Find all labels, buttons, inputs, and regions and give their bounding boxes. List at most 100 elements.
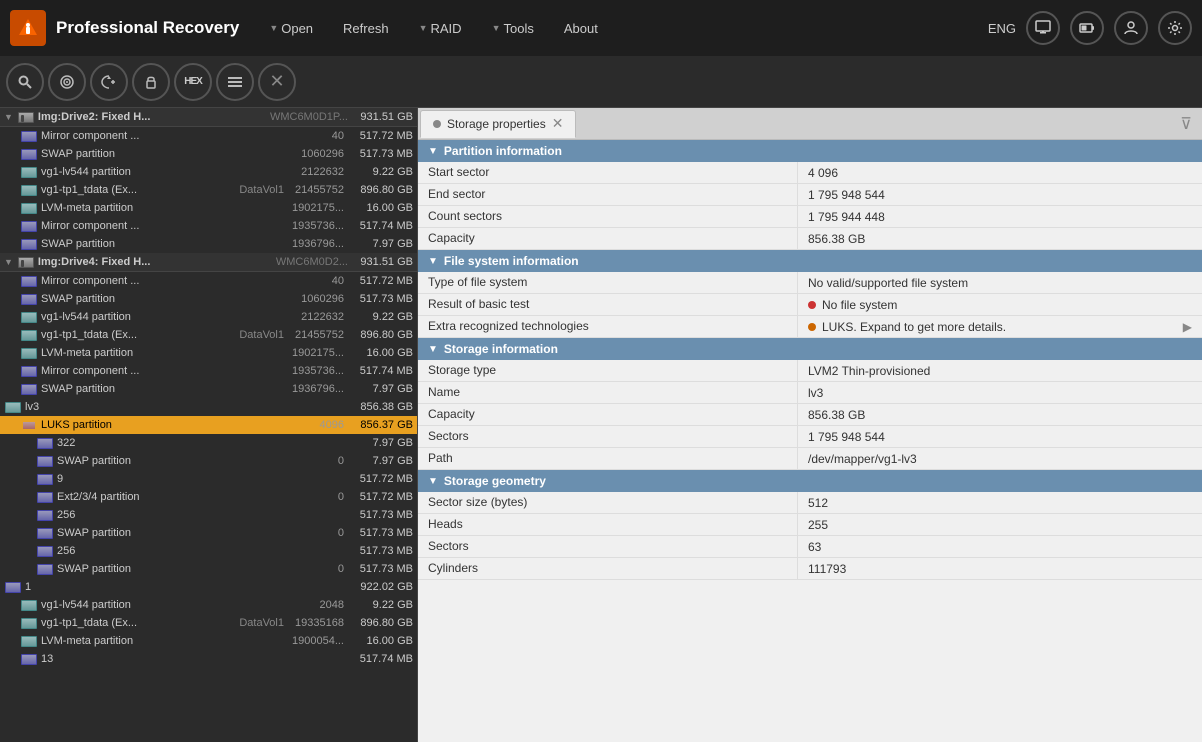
list-item[interactable]: vg1-tp1_tdata (Ex... DataVol1 19335168 8…	[0, 614, 417, 632]
prop-value: LUKS. Expand to get more details. ▶	[798, 316, 1202, 337]
prop-row-cylinders: Cylinders 111793	[418, 558, 1202, 580]
collapse-arrow-icon: ▼	[428, 256, 438, 267]
prop-label: Path	[418, 448, 798, 469]
list-item[interactable]: vg1-lv544 partition 2122632 9.22 GB	[0, 163, 417, 181]
status-dot-orange	[808, 323, 816, 331]
prop-label: Start sector	[418, 162, 798, 183]
list-item[interactable]: SWAP partition 0 517.73 MB	[0, 560, 417, 578]
list-item[interactable]: 9 517.72 MB	[0, 470, 417, 488]
list-item[interactable]: Ext2/3/4 partition 0 517.72 MB	[0, 488, 417, 506]
partition-info-header[interactable]: ▼ Partition information	[418, 140, 1202, 162]
prop-row-end-sector: End sector 1 795 948 544	[418, 184, 1202, 206]
toolbar: HEX ✕	[0, 56, 1202, 108]
prop-value: No file system	[798, 294, 1202, 315]
list-button[interactable]	[216, 63, 254, 101]
search-button[interactable]	[6, 63, 44, 101]
list-item[interactable]: Mirror component ... 1935736... 517.74 M…	[0, 217, 417, 235]
status-dot-red	[808, 301, 816, 309]
list-item[interactable]: vg1-tp1_tdata (Ex... DataVol1 21455752 8…	[0, 326, 417, 344]
raid-menu-arrow: ▼	[419, 23, 428, 33]
menu-tools[interactable]: ▼ Tools	[482, 15, 544, 42]
prop-row-count-sectors: Count sectors 1 795 944 448	[418, 206, 1202, 228]
prop-label: Capacity	[418, 228, 798, 249]
prop-row-capacity-1: Capacity 856.38 GB	[418, 228, 1202, 250]
list-item[interactable]: lv3 856.38 GB	[0, 398, 417, 416]
prop-row-name: Name lv3	[418, 382, 1202, 404]
menu-refresh[interactable]: Refresh	[333, 15, 399, 42]
list-item[interactable]: 256 517.73 MB	[0, 506, 417, 524]
list-item[interactable]: Mirror component ... 40 517.72 MB	[0, 272, 417, 290]
collapse-arrow-icon: ▼	[428, 146, 438, 157]
list-item[interactable]: SWAP partition 1060296 517.73 MB	[0, 145, 417, 163]
list-item[interactable]: Mirror component ... 1935736... 517.74 M…	[0, 362, 417, 380]
storage-properties-tab[interactable]: Storage properties ✕	[420, 110, 576, 138]
list-item[interactable]: vg1-tp1_tdata (Ex... DataVol1 21455752 8…	[0, 181, 417, 199]
list-item[interactable]: Mirror component ... 40 517.72 MB	[0, 127, 417, 145]
app-logo	[10, 10, 46, 46]
monitor-icon-btn[interactable]	[1026, 11, 1060, 45]
filesystem-info-header[interactable]: ▼ File system information	[418, 250, 1202, 272]
list-item[interactable]: SWAP partition 1936796... 7.97 GB	[0, 380, 417, 398]
battery-icon-btn[interactable]	[1070, 11, 1104, 45]
language-selector[interactable]: ENG	[988, 21, 1016, 36]
prop-label: Type of file system	[418, 272, 798, 293]
list-item[interactable]: SWAP partition 1936796... 7.97 GB	[0, 235, 417, 253]
list-item[interactable]: LVM-meta partition 1900054... 16.00 GB	[0, 632, 417, 650]
list-item[interactable]: 322 7.97 GB	[0, 434, 417, 452]
filter-icon[interactable]: ⊽	[1180, 114, 1200, 134]
lock-button[interactable]	[132, 63, 170, 101]
prop-row-heads: Heads 255	[418, 514, 1202, 536]
list-item[interactable]: 1 922.02 GB	[0, 578, 417, 596]
drive-header-2[interactable]: ▼ Img:Drive4: Fixed H... WMC6M0D2... 931…	[0, 253, 417, 272]
prop-row-extra-tech: Extra recognized technologies LUKS. Expa…	[418, 316, 1202, 338]
hex-button[interactable]: HEX	[174, 63, 212, 101]
user-icon-btn[interactable]	[1114, 11, 1148, 45]
drive-serial: WMC6M0D2...	[276, 256, 348, 268]
drive-name: Img:Drive4: Fixed H...	[38, 256, 272, 268]
prop-row-path: Path /dev/mapper/vg1-lv3	[418, 448, 1202, 470]
menu-open[interactable]: ▼ Open	[259, 15, 323, 42]
luks-partition-item[interactable]: LUKS partition 4096 856.37 GB	[0, 416, 417, 434]
list-item[interactable]: LVM-meta partition 1902175... 16.00 GB	[0, 199, 417, 217]
list-item[interactable]: LVM-meta partition 1902175... 16.00 GB	[0, 344, 417, 362]
recover-button[interactable]	[90, 63, 128, 101]
section-title: Storage geometry	[444, 474, 546, 488]
list-item[interactable]: 256 517.73 MB	[0, 542, 417, 560]
main-area: ▼ Img:Drive2: Fixed H... WMC6M0D1P... 93…	[0, 108, 1202, 742]
titlebar: Professional Recovery ▼ Open Refresh ▼ R…	[0, 0, 1202, 56]
list-item[interactable]: vg1-lv544 partition 2122632 9.22 GB	[0, 308, 417, 326]
prop-label: Capacity	[418, 404, 798, 425]
prop-label: Storage type	[418, 360, 798, 381]
list-item[interactable]: SWAP partition 0 7.97 GB	[0, 452, 417, 470]
list-item[interactable]: SWAP partition 1060296 517.73 MB	[0, 290, 417, 308]
tab-dot	[433, 120, 441, 128]
prop-value: 255	[798, 514, 1202, 535]
drive-size: 931.51 GB	[348, 256, 413, 268]
prop-label: Cylinders	[418, 558, 798, 579]
expand-arrow-icon[interactable]: ▶	[1183, 320, 1192, 334]
menu-about[interactable]: About	[554, 15, 608, 42]
section-title: Partition information	[444, 144, 562, 158]
prop-value: 1 795 948 544	[798, 184, 1202, 205]
prop-label: Result of basic test	[418, 294, 798, 315]
prop-label: Extra recognized technologies	[418, 316, 798, 337]
drive-header-1[interactable]: ▼ Img:Drive2: Fixed H... WMC6M0D1P... 93…	[0, 108, 417, 127]
list-item[interactable]: SWAP partition 0 517.73 MB	[0, 524, 417, 542]
storage-info-header[interactable]: ▼ Storage information	[418, 338, 1202, 360]
prop-value: 4 096	[798, 162, 1202, 183]
prop-row-capacity-2: Capacity 856.38 GB	[418, 404, 1202, 426]
storage-geometry-header[interactable]: ▼ Storage geometry	[418, 470, 1202, 492]
tab-close-button[interactable]: ✕	[552, 115, 564, 132]
left-panel: ▼ Img:Drive2: Fixed H... WMC6M0D1P... 93…	[0, 108, 418, 742]
list-item[interactable]: vg1-lv544 partition 2048 9.22 GB	[0, 596, 417, 614]
expand-arrow: ▼	[4, 112, 13, 122]
scan-button[interactable]	[48, 63, 86, 101]
menu-raid[interactable]: ▼ RAID	[409, 15, 472, 42]
close-button[interactable]: ✕	[258, 63, 296, 101]
prop-value: 1 795 948 544	[798, 426, 1202, 447]
settings-icon-btn[interactable]	[1158, 11, 1192, 45]
prop-value: 111793	[798, 558, 1202, 579]
tab-label: Storage properties	[447, 117, 546, 131]
list-item[interactable]: 13 517.74 MB	[0, 650, 417, 668]
prop-value: LVM2 Thin-provisioned	[798, 360, 1202, 381]
